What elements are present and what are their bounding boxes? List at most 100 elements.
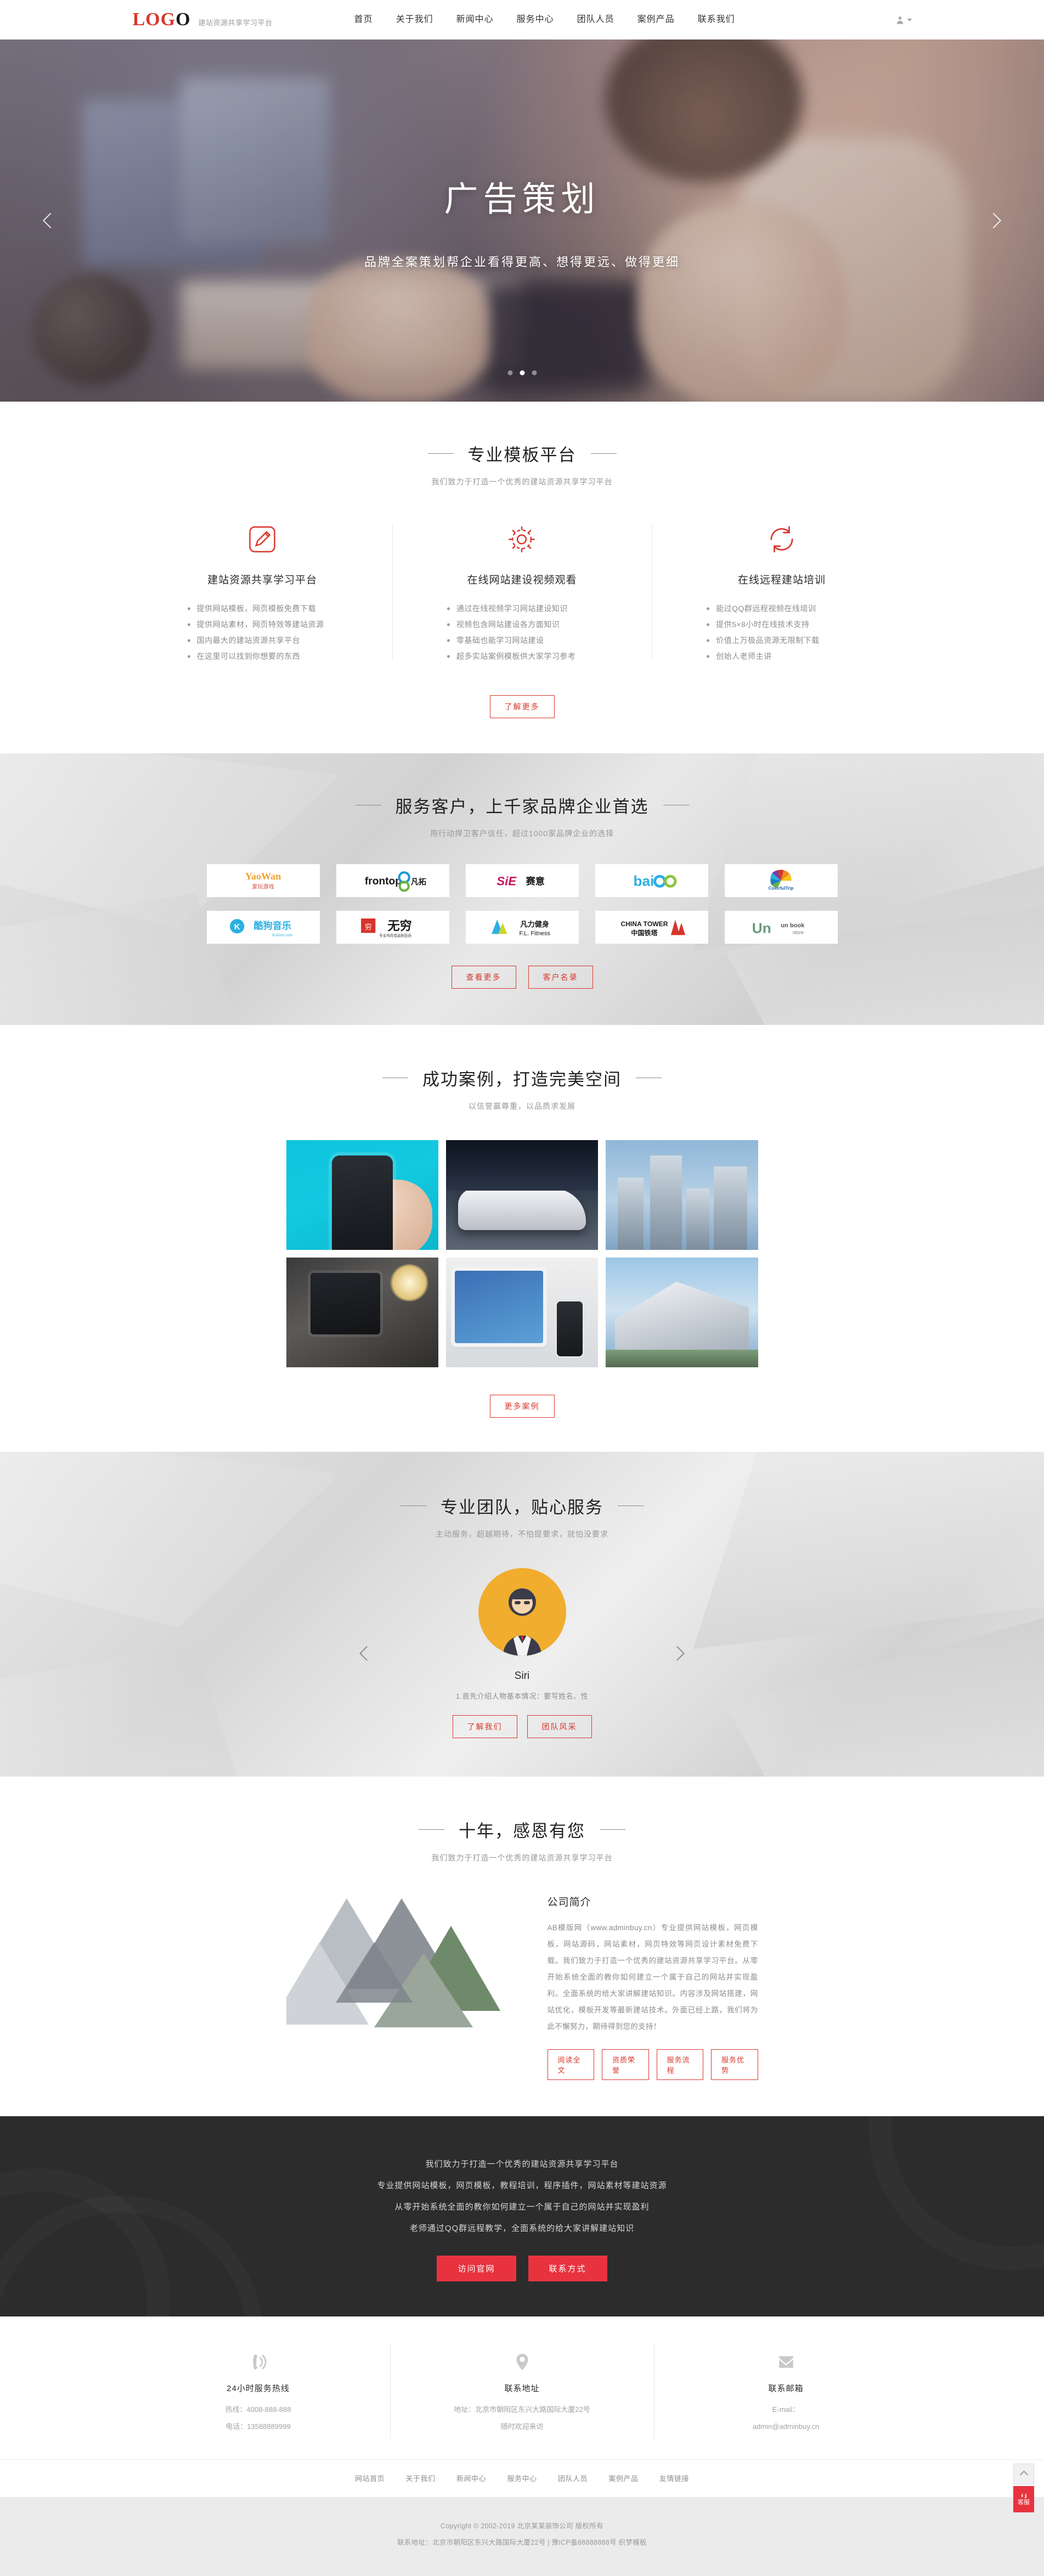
customer-service-label: 客服 [1018,2499,1030,2506]
contact-hotline-line-2: 电话：13588889999 [225,2422,291,2431]
about-process-button[interactable]: 服务流程 [656,2049,703,2080]
flfitness-logo[interactable]: 凡力健身 F.L. Fitness [465,911,579,944]
svg-text:bai: bai [633,872,654,889]
case-white-sportscar[interactable] [445,1140,599,1250]
feature-column-1: 建站资源共享学习平台 提供网站模板，网页模板免费下载 提供网站素材，网页特效等建… [133,519,392,664]
cta-contact-button[interactable]: 联系方式 [528,2256,607,2281]
clients-directory-button[interactable]: 客户名录 [528,966,593,989]
hero-dot-2[interactable] [520,370,524,375]
cta-line-1: 我们致力于打造一个优秀的建站资源共享学习平台 [425,2160,619,2169]
hero-dot-1[interactable] [507,370,512,375]
team-style-button[interactable]: 团队风采 [527,1715,592,1738]
about-honors-button[interactable]: 资质荣誉 [602,2049,649,2080]
hero-prev-button[interactable] [38,208,63,233]
frontop-logo[interactable]: frontop 凡拓 [336,864,449,897]
customer-service-button[interactable]: 客服 [1013,2486,1034,2512]
about-heading: 十年，感恩有您 我们致力于打造一个优秀的建站资源共享学习平台 [133,1817,912,1863]
feature-list-1: 提供网站模板，网页模板免费下载 提供网站素材，网页特效等建站资源 国内最大的建站… [159,601,366,664]
feature-title-2: 在线网站建设视频观看 [467,574,577,586]
case-grid [133,1140,912,1367]
feature-column-3: 在线远程建站培训 能过QQ群远程视频在线培训 提供5×8小时在线技术支持 价值上… [652,519,911,664]
chevron-right-icon [985,212,1002,229]
team-title: 专业团队，贴心服务 [441,1498,603,1517]
feature-list-2: 通过在线视频学习网站建设知识 视频包含网站建设各方面知识 零基础也能学习网站建设… [419,601,625,664]
nav-item-home[interactable]: 首页 [343,0,385,40]
about-company-heading: 公司简介 [547,1897,591,1908]
clients-heading: 服务客户，上千家品牌企业首选 用行动捍卫客户信任，超过1000家品牌企业的选择 [133,793,912,839]
nav-item-about[interactable]: 关于我们 [385,0,445,40]
case-mobile-app[interactable] [286,1140,438,1250]
baioo-logo[interactable]: bai [595,864,708,897]
logo-text-main: LOG [132,9,176,30]
svg-text:酷狗音乐: 酷狗音乐 [253,920,291,931]
hero-next-button[interactable] [981,208,1006,233]
cta-visit-site-button[interactable]: 访问官网 [437,2256,516,2281]
feature-item: 通过在线视频学习网站建设知识 [447,601,625,617]
features-section: 专业模板平台 我们致力于打造一个优秀的建站资源共享学习平台 建站资源共享学习平台… [0,402,1044,753]
svg-text:专业鸡肉食品制造商: 专业鸡肉食品制造商 [379,933,411,938]
about-company-paragraph: AB模版网（www.adminbuy.cn）专业提供网站模板，网页模板，网站源码… [547,1924,758,2031]
nav-item-service[interactable]: 服务中心 [505,0,566,40]
svg-text:Un: Un [752,920,771,936]
footer-nav-news[interactable]: 新闻中心 [447,2474,495,2483]
chinatower-logo[interactable]: CHINA TOWER 中国铁塔 [595,911,708,944]
contact-hotline-column: 24小时服务热线 热线：4008-888-888 电话：13588889999 [126,2347,390,2434]
nav-item-cases[interactable]: 案例产品 [626,0,686,40]
footer-nav-service[interactable]: 服务中心 [498,2474,546,2483]
cases-subtitle: 以信誉赢尊重，以品质求发展 [469,1102,575,1111]
unbookstore-logo[interactable]: Un un book store [724,911,838,944]
kugou-logo[interactable]: K 酷狗音乐 KuGou.com [206,911,320,944]
team-section: 专业团队，贴心服务 主动服务，超越期待，不怕提要求，就怕没要求 Siri 1.首… [0,1452,1044,1777]
team-about-button[interactable]: 了解我们 [452,1715,517,1738]
svg-text:YaoWan: YaoWan [245,871,281,882]
svg-text:ColorfulTrip: ColorfulTrip [769,886,794,890]
clients-more-button[interactable]: 查看更多 [451,966,516,989]
sie-logo[interactable]: SiE 赛意 [465,864,579,897]
case-modern-architecture[interactable] [606,1258,758,1367]
svg-text:无穷: 无穷 [387,918,411,933]
about-advantage-button[interactable]: 服务优势 [711,2049,758,2080]
wuqiong-logo[interactable]: 穷 无穷 专业鸡肉食品制造商 [336,911,449,944]
team-prev-button[interactable] [354,1641,380,1666]
main-navigation: 首页 关于我们 新闻中心 服务中心 团队人员 案例产品 联系我们 [343,0,747,40]
floating-side-toolbar: 客服 [1013,2464,1034,2514]
about-read-full-button[interactable]: 阅读全文 [547,2049,594,2080]
yaowan-logo[interactable]: YaoWan 爱玩游戏 [206,864,320,897]
contact-address-line-2: 随时欢迎来访 [500,2422,544,2431]
team-next-button[interactable] [665,1641,690,1666]
feature-title-1: 建站资源共享学习平台 [207,574,318,586]
nav-item-news[interactable]: 新闻中心 [445,0,505,40]
case-desk-workspace[interactable] [286,1258,438,1367]
footer-nav-team[interactable]: 团队人员 [549,2474,597,2483]
nav-item-contact[interactable]: 联系我们 [686,0,747,40]
case-tablet-devices[interactable] [445,1258,599,1367]
chevron-right-icon [670,1645,685,1661]
feature-item: 价值上万极品资源无限制下载 [707,633,885,649]
svg-text:凡力健身: 凡力健身 [520,920,549,928]
feature-item: 超多实站案例模板供大家学习参考 [447,649,625,664]
footer-nav-links[interactable]: 友情链接 [650,2474,698,2483]
footer-nav-about[interactable]: 关于我们 [397,2474,445,2483]
feature-column-2: 在线网站建设视频观看 通过在线视频学习网站建设知识 视频包含网站建设各方面知识 … [392,519,652,664]
user-icon [896,16,903,24]
features-more-button[interactable]: 了解更多 [489,695,555,718]
case-skyscrapers[interactable] [606,1140,758,1250]
cta-line-3: 从零开始系统全面的教你如何建立一个属于自己的网站并实现盈利 [394,2202,650,2212]
footer-nav-home[interactable]: 网站首页 [346,2474,394,2483]
footer-nav-cases[interactable]: 案例产品 [599,2474,647,2483]
contact-email-line-1: E-mail： [772,2405,800,2414]
team-member-avatar [478,1568,566,1656]
nav-item-team[interactable]: 团队人员 [566,0,626,40]
about-subtitle: 我们致力于打造一个优秀的建站资源共享学习平台 [431,1853,613,1862]
hero-dot-3[interactable] [532,370,537,375]
feature-item: 视频包含网站建设各方面知识 [447,617,625,633]
cases-more-button[interactable]: 更多案例 [489,1395,555,1418]
back-to-top-button[interactable] [1013,2464,1034,2484]
team-member-desc: 1.首先介绍人物基本情况：要写姓名、性 [455,1692,589,1700]
svg-text:中国铁塔: 中国铁塔 [631,928,658,937]
colorfultrip-logo[interactable]: ColorfulTrip [724,864,838,897]
feature-item: 创始人老师主讲 [707,649,885,664]
hero-title: 广告策划 [444,181,600,218]
user-menu[interactable] [895,15,912,25]
site-logo[interactable]: LOGO 建站资源共享学习平台 [133,9,273,30]
